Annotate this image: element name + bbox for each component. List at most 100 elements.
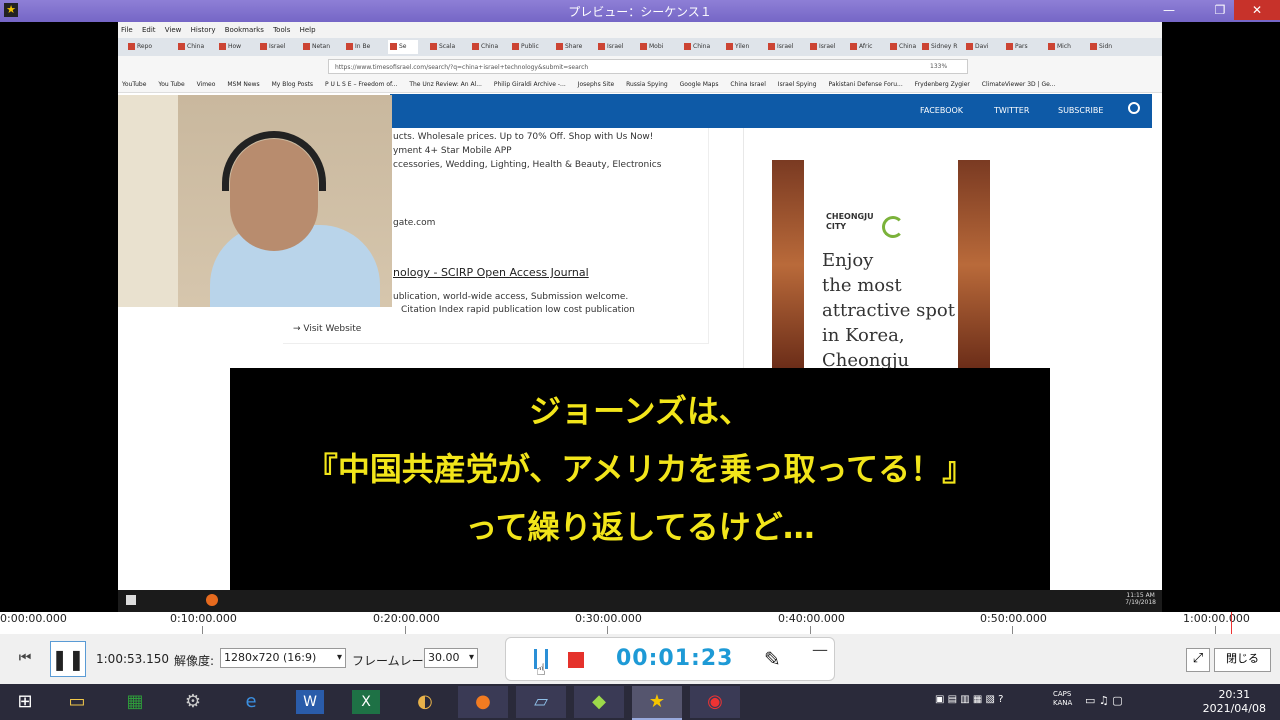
skip-to-start-button[interactable]: ⏮ bbox=[10, 644, 40, 674]
bookmark-item: The Unz Review: An Al... bbox=[409, 81, 482, 88]
paint-icon[interactable]: ◐ bbox=[400, 686, 450, 718]
bookmark-item: ClimateViewer 3D | Ge... bbox=[981, 81, 1056, 88]
video-editor-icon[interactable]: ★ bbox=[632, 686, 682, 720]
ad-headline: Enjoy the most attractive spot in Korea,… bbox=[822, 250, 955, 371]
brush-icon[interactable]: ◆ bbox=[574, 686, 624, 718]
browser-tab: Israel bbox=[596, 40, 626, 54]
bookmark-item: P U L S E – Freedom of... bbox=[324, 81, 398, 88]
ie-icon[interactable]: e bbox=[226, 686, 276, 718]
browser-tab: China bbox=[888, 40, 918, 54]
browser-menubar: File Edit View History Bookmarks Tools H… bbox=[118, 22, 1162, 38]
pause-button[interactable]: ❚❚ bbox=[50, 641, 86, 677]
tick-mark bbox=[607, 626, 608, 634]
bookmark-item: Google Maps bbox=[679, 81, 719, 88]
bookmark-item: My Blog Posts bbox=[271, 81, 314, 88]
captured-clock: 11:15 AM 7/19/2018 bbox=[1125, 592, 1156, 606]
minimize-button[interactable]: — bbox=[1152, 0, 1186, 20]
window-title: プレビュー：シーケンス１ bbox=[568, 5, 712, 19]
system-tray: ▣ ▤ ▥ ▦ ▧ ? CAPS KANA ▭ ♫ ▢ 20:31 2021/0… bbox=[935, 684, 1280, 720]
browser-tab: China bbox=[176, 40, 206, 54]
browser-tabs: Repo China How Israel Netan In Be Se Sca… bbox=[118, 38, 1162, 56]
timeline-tick: 0:10:00.000 bbox=[170, 612, 237, 625]
windows-start-icon[interactable]: ⊞ bbox=[0, 686, 50, 718]
recorder-panel: ☝ 00:01:23 ✎ — bbox=[505, 637, 835, 681]
browser-tab: Netan bbox=[301, 40, 331, 54]
word-icon[interactable]: W bbox=[296, 690, 324, 714]
side-ad-banner: CHEONGJU CITY Enjoy the most attractive … bbox=[772, 160, 990, 371]
store-icon[interactable]: ▦ bbox=[110, 686, 160, 718]
bookmark-item: Frydenberg Zygier bbox=[914, 81, 970, 88]
search-icon bbox=[1128, 102, 1140, 114]
browser-tab: Mobi bbox=[638, 40, 668, 54]
twitter-link: TWITTER bbox=[994, 106, 1030, 115]
bookmark-item: Philip Giraldi Archive -... bbox=[493, 81, 566, 88]
maximize-button[interactable]: ❐ bbox=[1203, 0, 1237, 20]
bookmark-item: China Israel bbox=[730, 81, 766, 88]
browser-tab: Davi bbox=[964, 40, 994, 54]
timeline-tick: 0:00:00.000 bbox=[0, 612, 67, 625]
browser-tab-active: Se bbox=[388, 40, 418, 54]
timeline-ruler[interactable]: 0:00:00.000 0:10:00.000 0:20:00.000 0:30… bbox=[0, 612, 1280, 635]
playhead[interactable] bbox=[1231, 612, 1232, 634]
tick-mark bbox=[1012, 626, 1013, 634]
close-button[interactable]: 閉じる bbox=[1214, 648, 1271, 672]
timeline-tick: 0:30:00.000 bbox=[575, 612, 642, 625]
recorder-minimize-button[interactable]: — bbox=[812, 640, 828, 659]
windows-taskbar: ⊞ ▭ ▦ ⚙ e W X ◐ ● ▱ ◆ ★ ◉ ▣ ▤ ▥ ▦ ▧ ? CA… bbox=[0, 684, 1280, 720]
bookmark-item: Josephs Site bbox=[577, 81, 615, 88]
playback-position: 1:00:53.150 bbox=[96, 652, 169, 666]
close-window-button[interactable]: ✕ bbox=[1234, 0, 1280, 20]
firefox-icon[interactable]: ● bbox=[458, 686, 508, 718]
browser-tab: How bbox=[217, 40, 247, 54]
ime-indicator[interactable]: CAPS KANA bbox=[1053, 690, 1072, 708]
background-door bbox=[118, 95, 178, 307]
bookmark-item: You Tube bbox=[158, 81, 185, 88]
file-explorer-icon[interactable]: ▭ bbox=[52, 686, 102, 718]
subtitle-line-2: 『中国共産党が、アメリカを乗っ取ってる！』 bbox=[305, 450, 975, 488]
resolution-label: 解像度: bbox=[174, 654, 215, 668]
preview-controls: ⏮ ❚❚ 1:00:53.150 解像度: 1280x720 (16:9) フレ… bbox=[0, 634, 1280, 684]
browser-tab: China bbox=[682, 40, 712, 54]
browser-navbar: https://www.timesofisrael.com/search/?q=… bbox=[118, 56, 1162, 78]
subscribe-link: SUBSCRIBE bbox=[1058, 106, 1104, 115]
leaf-logo-icon bbox=[882, 216, 904, 238]
firefox-icon bbox=[206, 594, 218, 606]
cursor-hand-icon: ☝ bbox=[536, 660, 546, 679]
ad-pillar bbox=[772, 160, 804, 370]
timeline-tick: 0:40:00.000 bbox=[778, 612, 845, 625]
tool-icon[interactable]: ⚙ bbox=[168, 686, 218, 718]
tick-mark bbox=[202, 626, 203, 634]
bookmark-item: Pakistani Defense Foru... bbox=[828, 81, 903, 88]
timeline-tick: 0:50:00.000 bbox=[980, 612, 1047, 625]
browser-tab: China bbox=[470, 40, 500, 54]
url-bar: https://www.timesofisrael.com/search/?q=… bbox=[328, 59, 968, 74]
bookmark-item: YouTube bbox=[122, 81, 147, 88]
expand-icon[interactable]: ⤢ bbox=[1186, 648, 1210, 672]
bookmark-item: MSM News bbox=[227, 81, 260, 88]
network-icon[interactable]: ▭ ♫ ▢ bbox=[1085, 694, 1123, 707]
resolution-select[interactable]: 1280x720 (16:9) bbox=[220, 648, 346, 668]
browser-tab: Yilen bbox=[724, 40, 754, 54]
browser-tab: Israel bbox=[258, 40, 288, 54]
excel-icon[interactable]: X bbox=[352, 690, 380, 714]
notes-icon[interactable]: ▱ bbox=[516, 686, 566, 718]
subtitle-overlay: ジョーンズは、 『中国共産党が、アメリカを乗っ取ってる！』 って繰り返してるけど… bbox=[230, 368, 1050, 590]
bookmark-item: Russia Spying bbox=[626, 81, 668, 88]
bookmarks-bar: YouTube You Tube Vimeo MSM News My Blog … bbox=[118, 78, 1162, 93]
pen-icon[interactable]: ✎ bbox=[764, 647, 781, 671]
menu-tools: Tools bbox=[273, 26, 291, 34]
browser-tab: Sidney R bbox=[920, 40, 960, 54]
bookmark-item: Vimeo bbox=[196, 81, 216, 88]
framerate-select[interactable]: 30.00 bbox=[424, 648, 478, 668]
record-stop-button[interactable] bbox=[568, 652, 584, 668]
menu-help: Help bbox=[299, 26, 316, 34]
browser-tab: Public bbox=[510, 40, 540, 54]
browser-tab: Share bbox=[554, 40, 584, 54]
ad-text: ublication, world-wide access, Submissio… bbox=[393, 292, 629, 302]
menu-history: History bbox=[190, 26, 216, 34]
site-header: FACEBOOK TWITTER SUBSCRIBE bbox=[390, 94, 1152, 128]
recorder-app-icon[interactable]: ◉ bbox=[690, 686, 740, 718]
taskbar-clock[interactable]: 20:31 2021/04/08 bbox=[1203, 688, 1266, 716]
ad-text: ccessories, Wedding, Lighting, Health & … bbox=[393, 160, 662, 170]
window-titlebar: ★ プレビュー：シーケンス１ — ❐ ✕ bbox=[0, 0, 1280, 22]
